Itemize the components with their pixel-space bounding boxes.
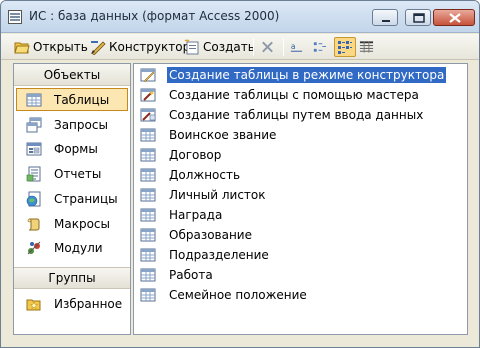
- list-view-icon: [338, 41, 352, 54]
- table-icon: [26, 93, 42, 106]
- nav-item-label: Запросы: [54, 117, 108, 132]
- table-icon: [140, 148, 156, 162]
- svg-text:a: a: [291, 42, 296, 51]
- list-item-label: Личный листок: [169, 188, 266, 202]
- list-item[interactable]: Подразделение: [140, 245, 269, 265]
- table-icon: [140, 208, 156, 222]
- new-object-icon: [184, 39, 199, 55]
- large-icons-icon: a: [290, 42, 303, 52]
- create-button[interactable]: Создать: [184, 37, 255, 57]
- table-icon: [140, 288, 156, 302]
- list-item-label: Образование: [169, 228, 252, 242]
- groups-header-label: Группы: [48, 271, 96, 285]
- list-item-label: Создание таблицы путем ввода данных: [169, 108, 424, 122]
- window-title: ИС : база данных (формат Access 2000): [29, 9, 280, 23]
- list-item-label: Воинское звание: [169, 128, 277, 142]
- nav-item-modules[interactable]: Модули: [16, 236, 128, 259]
- form-icon: [26, 142, 42, 155]
- table-icon: [140, 168, 156, 182]
- data-entry-shortcut-icon: [140, 108, 156, 122]
- list-item[interactable]: Создание таблицы путем ввода данных: [140, 105, 423, 125]
- minimize-button[interactable]: [372, 9, 398, 26]
- open-icon: [14, 42, 30, 54]
- table-icon: [140, 188, 156, 202]
- list-item[interactable]: Семейное положение: [140, 285, 307, 305]
- query-icon: [26, 117, 42, 132]
- nav-item-favorites[interactable]: Избранное: [16, 292, 128, 315]
- database-window: ИС : база данных (формат Access 2000) От…: [0, 0, 480, 348]
- list-item[interactable]: Образование: [140, 225, 252, 245]
- title-bar[interactable]: ИС : база данных (формат Access 2000): [1, 1, 479, 33]
- nav-item-forms[interactable]: Формы: [16, 137, 128, 160]
- create-label: Создать: [203, 40, 255, 54]
- close-icon: [449, 13, 461, 23]
- nav-item-pages[interactable]: Страницы: [16, 187, 128, 210]
- object-list: Создание таблицы в режиме конструктора С…: [133, 63, 468, 335]
- toolbar: Открыть Конструктор Создать a: [1, 34, 479, 60]
- small-icons-button[interactable]: [312, 37, 330, 57]
- delete-icon: [262, 41, 273, 53]
- objects-header-label: Объекты: [43, 67, 101, 82]
- nav-item-queries[interactable]: Запросы: [16, 113, 128, 136]
- list-item[interactable]: Работа: [140, 265, 213, 285]
- list-item-label: Семейное положение: [169, 288, 307, 302]
- delete-button[interactable]: [260, 37, 278, 57]
- list-item-label: Создание таблицы в режиме конструктора: [167, 67, 447, 83]
- nav-item-label: Страницы: [54, 191, 118, 206]
- nav-item-label: Избранное: [54, 296, 123, 311]
- open-label: Открыть: [33, 40, 88, 54]
- maximize-button[interactable]: [405, 9, 431, 26]
- nav-item-label: Формы: [54, 141, 98, 156]
- groups-header[interactable]: Группы: [14, 267, 130, 289]
- list-item-label: Должность: [169, 168, 241, 182]
- wizard-shortcut-icon: [140, 88, 156, 102]
- nav-item-label: Отчеты: [54, 166, 102, 181]
- page-icon: [26, 191, 41, 206]
- database-icon: [8, 10, 22, 24]
- small-icons-icon: [313, 42, 327, 52]
- table-icon: [140, 268, 156, 282]
- list-item[interactable]: Создание таблицы в режиме конструктора: [140, 65, 447, 85]
- list-item-label: Договор: [169, 148, 222, 162]
- list-item[interactable]: Воинское звание: [140, 125, 276, 145]
- objects-bar: Объекты Таблицы Запросы Формы Отчеты Стр…: [13, 63, 131, 335]
- toolbar-separator: [283, 38, 284, 56]
- list-item-label: Награда: [169, 208, 223, 222]
- favorites-icon: [26, 299, 41, 310]
- list-item[interactable]: Награда: [140, 205, 222, 225]
- list-view-button[interactable]: [334, 37, 356, 57]
- module-icon: [27, 241, 41, 254]
- list-item[interactable]: Договор: [140, 145, 221, 165]
- nav-item-label: Таблицы: [54, 92, 110, 107]
- list-item[interactable]: Создание таблицы с помощью мастера: [140, 85, 419, 105]
- maximize-icon: [413, 13, 425, 23]
- nav-item-label: Модули: [54, 240, 103, 255]
- nav-item-label: Макросы: [54, 216, 110, 231]
- nav-item-macros[interactable]: Макросы: [16, 212, 128, 235]
- table-icon: [140, 228, 156, 242]
- design-ruler-icon: [91, 41, 106, 55]
- list-item-label: Создание таблицы с помощью мастера: [169, 88, 419, 102]
- list-item-label: Подразделение: [169, 248, 269, 262]
- list-item-label: Работа: [169, 268, 213, 282]
- open-button[interactable]: Открыть: [14, 37, 88, 57]
- list-item[interactable]: Должность: [140, 165, 240, 185]
- objects-header[interactable]: Объекты: [14, 64, 130, 86]
- close-button[interactable]: [433, 9, 475, 26]
- list-item[interactable]: Личный листок: [140, 185, 266, 205]
- designer-button[interactable]: Конструктор: [90, 37, 190, 57]
- details-view-button[interactable]: [359, 37, 377, 57]
- table-icon: [140, 248, 156, 262]
- designer-label: Конструктор: [109, 40, 191, 54]
- toolbar-separator: [253, 38, 254, 56]
- large-icons-button[interactable]: a: [289, 37, 307, 57]
- details-view-icon: [359, 41, 374, 53]
- nav-item-reports[interactable]: Отчеты: [16, 162, 128, 185]
- report-icon: [26, 166, 41, 181]
- nav-item-tables[interactable]: Таблицы: [16, 88, 128, 111]
- table-icon: [140, 128, 156, 142]
- designer-shortcut-icon: [140, 68, 156, 83]
- macro-icon: [27, 218, 40, 230]
- minimize-icon: [382, 20, 390, 22]
